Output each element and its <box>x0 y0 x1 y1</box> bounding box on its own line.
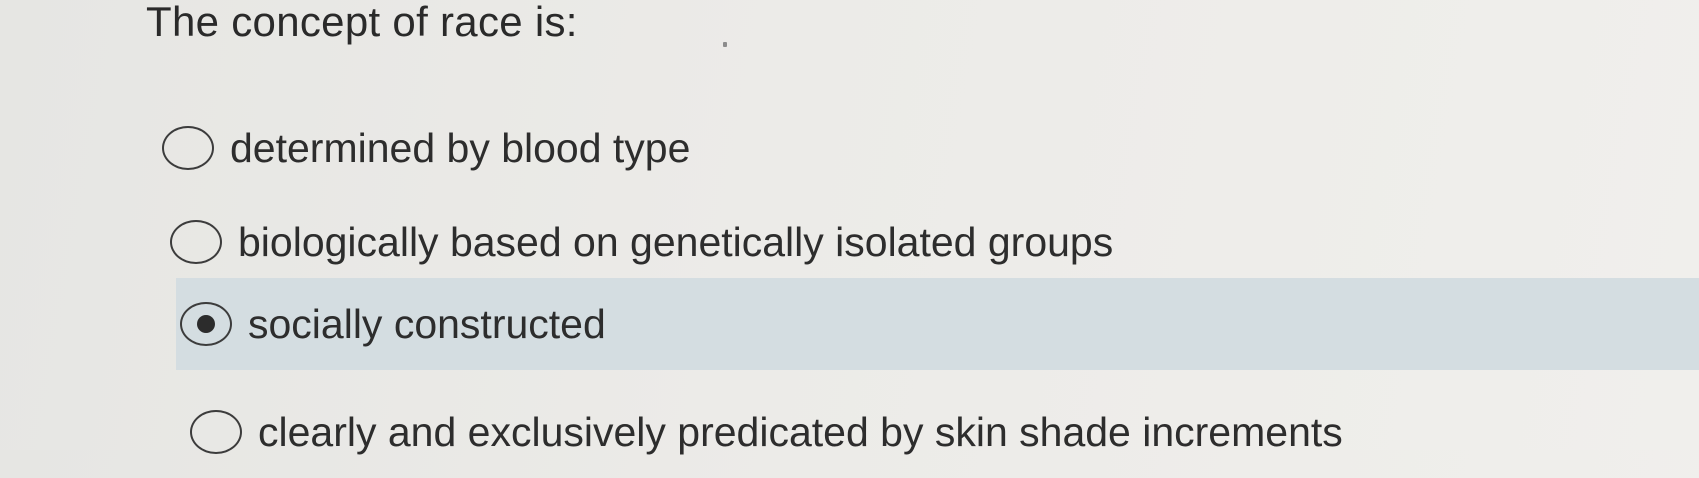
answer-option-blood-type[interactable]: determined by blood type <box>162 102 762 194</box>
option-label: determined by blood type <box>230 125 691 171</box>
radio-button-unchecked[interactable] <box>162 126 214 170</box>
answer-option-socially-constructed[interactable]: socially constructed <box>176 278 1699 370</box>
option-label: biologically based on genetically isolat… <box>238 219 1114 265</box>
radio-button-unchecked[interactable] <box>190 410 242 454</box>
radio-button-unchecked[interactable] <box>170 220 222 264</box>
option-label: socially constructed <box>248 301 606 347</box>
radio-selected-dot-icon <box>197 315 215 333</box>
screen-dust-speck <box>723 42 727 47</box>
radio-button-checked[interactable] <box>180 302 232 346</box>
question-title: The concept of race is: <box>146 0 578 45</box>
answer-option-genetically-isolated[interactable]: biologically based on genetically isolat… <box>170 196 1270 288</box>
answer-option-skin-shade[interactable]: clearly and exclusively predicated by sk… <box>190 386 1490 478</box>
